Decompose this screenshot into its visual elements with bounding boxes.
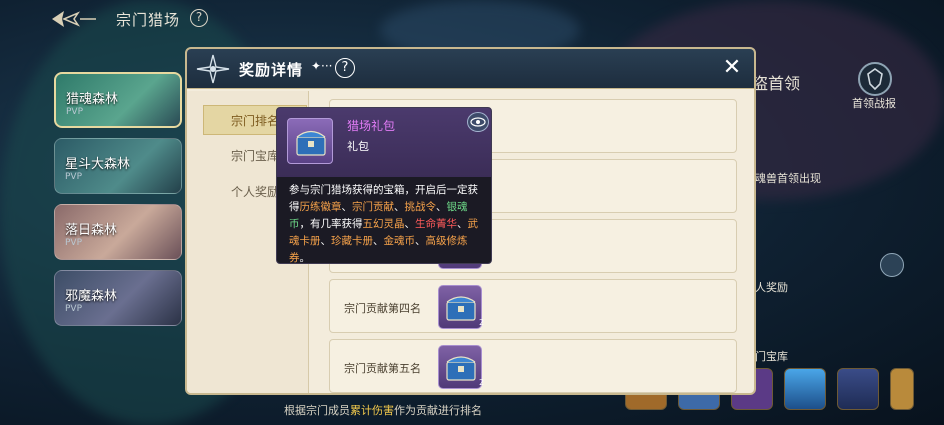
item-count: 2 xyxy=(479,378,485,387)
sparkle-icon: ✦··· xyxy=(311,59,333,73)
page-title: 宗门猎场 xyxy=(116,11,181,29)
eye-icon[interactable] xyxy=(880,253,904,277)
crystal-icon[interactable] xyxy=(784,368,826,410)
close-icon[interactable]: ✕ xyxy=(720,56,744,80)
eye-glyph xyxy=(470,117,486,127)
item-description: 参与宗门猎场获得的宝箱，开启后一定获得历练徽章、宗门贡献、挑战令、银魂币，有几率… xyxy=(289,184,478,264)
treasure-chest-icon xyxy=(446,356,476,381)
item-tooltip: 猎场礼包 礼包 参与宗门猎场获得的宝箱，开启后一定获得历练徽章、宗门贡献、挑战令… xyxy=(276,107,492,264)
rank-label: 宗门贡献第五名 xyxy=(344,362,421,375)
reward-row: 宗门贡献第五名 2 xyxy=(329,339,737,393)
map-tag: PVP xyxy=(65,172,83,182)
boss-report-icon[interactable] xyxy=(858,62,892,96)
map-item-star-forest[interactable]: 星斗大森林 PVP xyxy=(54,138,182,194)
map-tag: PVP xyxy=(65,304,83,314)
boss-appear-text: 魂兽首领出现 xyxy=(755,172,821,185)
boss-title: 盗首领 xyxy=(752,74,801,93)
item-type: 礼包 xyxy=(347,140,369,153)
map-name: 邪魔森林 xyxy=(65,289,118,304)
boss-report-label: 首领战报 xyxy=(852,97,896,110)
chest-icon xyxy=(287,118,333,164)
chest-icon[interactable] xyxy=(438,285,482,329)
help-icon[interactable]: ? xyxy=(335,58,355,78)
guild-vault-label: 门宝库 xyxy=(755,350,788,363)
tooltip-header: 猎场礼包 礼包 xyxy=(277,108,491,177)
compass-emblem-icon xyxy=(196,54,230,84)
personal-reward-label: 人奖励 xyxy=(755,281,788,294)
help-icon[interactable]: ? xyxy=(190,9,208,27)
map-tag: PVP xyxy=(65,238,83,248)
ranking-note: 根据宗门成员累计伤害作为贡献进行排名 xyxy=(284,404,482,417)
item-name: 猎场礼包 xyxy=(347,119,396,133)
eye-icon[interactable] xyxy=(467,112,489,132)
modal-header: 奖励详情 ✦··· ? ✕ xyxy=(187,49,754,89)
map-name: 星斗大森林 xyxy=(65,157,131,172)
item-count: 2 xyxy=(479,318,485,327)
back-icon[interactable] xyxy=(50,8,98,30)
reward-row: 宗门贡献第四名 2 xyxy=(329,279,737,333)
map-item-evil-forest[interactable]: 邪魔森林 PVP xyxy=(54,270,182,326)
crest-icon xyxy=(867,68,883,91)
treasure-chest-icon xyxy=(446,296,476,321)
map-name: 猎魂森林 xyxy=(66,92,119,107)
medal-icon[interactable] xyxy=(837,368,879,410)
map-item-hunting-forest[interactable]: 猎魂森林 PVP xyxy=(54,72,182,128)
map-name: 落日森林 xyxy=(65,223,118,238)
map-tag: PVP xyxy=(66,107,84,117)
map-item-sunset-forest[interactable]: 落日森林 PVP xyxy=(54,204,182,260)
treasure-chest-icon xyxy=(296,130,326,156)
reward-item-icon[interactable] xyxy=(890,368,914,410)
modal-title: 奖励详情 xyxy=(239,61,304,79)
top-bar: 宗门猎场 ? xyxy=(0,0,944,40)
rank-label: 宗门贡献第四名 xyxy=(344,302,421,315)
chest-icon[interactable] xyxy=(438,345,482,389)
